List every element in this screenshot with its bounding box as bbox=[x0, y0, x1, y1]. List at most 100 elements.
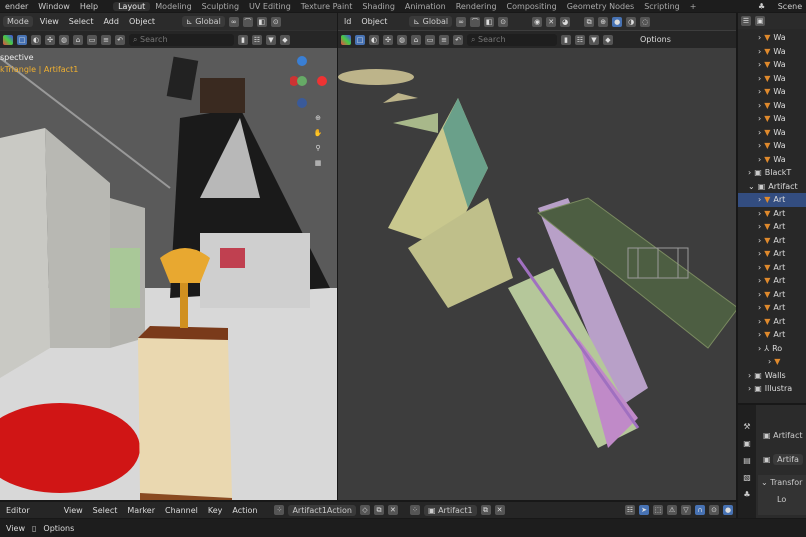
outliner-row[interactable]: › ▼ Art bbox=[738, 261, 806, 275]
chevron-right-icon[interactable]: › bbox=[758, 101, 761, 110]
chevron-right-icon[interactable]: › bbox=[758, 33, 761, 42]
overlay-icon[interactable]: ● bbox=[723, 505, 733, 515]
outliner-row[interactable]: › ▼ Wa bbox=[738, 31, 806, 45]
options-dropdown[interactable]: Options bbox=[637, 34, 674, 45]
outliner-row[interactable]: › ▼ Art bbox=[738, 234, 806, 248]
hand-pan-icon[interactable]: ✋ bbox=[313, 128, 323, 138]
world-icon[interactable]: ◍ bbox=[59, 34, 69, 45]
chevron-right-icon[interactable]: › bbox=[758, 276, 761, 285]
rendered-shading-icon[interactable]: ◌ bbox=[640, 16, 651, 27]
bookmark-icon[interactable]: ▮ bbox=[561, 34, 571, 45]
proportional-edit-icon[interactable]: ⊙ bbox=[270, 16, 281, 27]
color-icon[interactable] bbox=[341, 34, 351, 45]
outliner-row[interactable]: › ▼ Art bbox=[738, 328, 806, 342]
move-icon[interactable]: ✣ bbox=[45, 34, 55, 45]
unlink-icon[interactable]: ✕ bbox=[387, 505, 398, 515]
search-input[interactable]: ⌕ Search bbox=[467, 33, 557, 46]
annotate-icon[interactable]: ≡ bbox=[439, 34, 449, 45]
outliner-row[interactable]: › ▼ Wa bbox=[738, 112, 806, 126]
only-selected-icon[interactable]: ➤ bbox=[639, 505, 649, 515]
menu-object[interactable]: Object bbox=[126, 16, 158, 27]
outliner-row[interactable]: › ▼ Art bbox=[738, 315, 806, 329]
chevron-right-icon[interactable]: › bbox=[758, 303, 761, 312]
outliner-row[interactable]: › ▼ Wa bbox=[738, 153, 806, 167]
outliner-row[interactable]: › ▼ Art bbox=[738, 247, 806, 261]
overlay-icon[interactable]: ◕ bbox=[560, 16, 571, 27]
chevron-right-icon[interactable]: › bbox=[758, 236, 761, 245]
annotate-icon[interactable]: ≡ bbox=[101, 34, 111, 45]
outliner-row[interactable]: › ▼ Art bbox=[738, 207, 806, 221]
chevron-right-icon[interactable]: › bbox=[758, 74, 761, 83]
gizmo-icon[interactable]: ✕ bbox=[546, 16, 557, 27]
snap-icon[interactable]: ⌒ bbox=[470, 16, 481, 27]
tab-compositing[interactable]: Compositing bbox=[502, 2, 562, 11]
select-box-icon[interactable]: □ bbox=[17, 34, 27, 45]
tab-rendering[interactable]: Rendering bbox=[451, 2, 502, 11]
menu-marker[interactable]: Marker bbox=[124, 505, 158, 516]
outliner-row[interactable]: › ⅄ Ro bbox=[738, 342, 806, 356]
camera-icon[interactable]: ⚲ bbox=[313, 143, 323, 153]
filter-icon[interactable]: ▼ bbox=[266, 34, 276, 45]
menu-add[interactable]: Add bbox=[100, 16, 122, 27]
data-name-field[interactable]: Artifa bbox=[773, 454, 803, 465]
duplicate-icon[interactable]: ⧉ bbox=[373, 505, 384, 515]
filter-icon[interactable]: ▼ bbox=[589, 34, 599, 45]
chevron-right-icon[interactable]: › bbox=[758, 344, 761, 353]
tab-scripting[interactable]: Scripting bbox=[639, 2, 685, 11]
undo-icon[interactable]: ↶ bbox=[453, 34, 463, 45]
chevron-right-icon[interactable]: › bbox=[758, 114, 761, 123]
tab-modeling[interactable]: Modeling bbox=[150, 2, 196, 11]
output-icon[interactable]: ▤ bbox=[743, 456, 751, 465]
editor-type-dropdown[interactable]: Editor bbox=[3, 505, 33, 516]
chevron-right-icon[interactable]: › bbox=[758, 128, 761, 137]
action-browse-icon[interactable]: ⁘ bbox=[274, 505, 285, 515]
display-mode-icon[interactable]: ☰ bbox=[741, 16, 751, 26]
chevron-right-icon[interactable]: › bbox=[758, 141, 761, 150]
shield-icon[interactable]: ◆ bbox=[603, 34, 613, 45]
menu-select[interactable]: Select bbox=[66, 16, 97, 27]
pivot-icon[interactable]: ∞ bbox=[228, 16, 239, 27]
summary-icon[interactable]: ☷ bbox=[625, 505, 635, 515]
material-shading-icon[interactable]: ◑ bbox=[626, 16, 637, 27]
undo-icon[interactable]: ↶ bbox=[115, 34, 125, 45]
xray-icon[interactable]: ⧉ bbox=[584, 16, 595, 27]
snap-icon[interactable]: ⌒ bbox=[242, 16, 253, 27]
left-viewport-canvas[interactable]: spective kTriangle | Artifact1 ⊕ ✋ ⚲ ▦ bbox=[0, 48, 337, 500]
display-mode-icon[interactable]: ☷ bbox=[252, 34, 262, 45]
object-slot-field[interactable]: ▣ Artifact1 bbox=[423, 504, 477, 516]
snap-target-icon[interactable]: ◧ bbox=[484, 16, 495, 27]
menu-object[interactable]: Object bbox=[358, 16, 390, 27]
snap-target-icon[interactable]: ◧ bbox=[256, 16, 267, 27]
outliner-row[interactable]: › ▼ Art bbox=[738, 193, 806, 207]
menu-channel[interactable]: Channel bbox=[162, 505, 201, 516]
search-input[interactable]: ⌕ Search bbox=[129, 33, 234, 46]
grid-icon[interactable]: ▦ bbox=[313, 158, 323, 168]
wireframe-shading-icon[interactable]: ⊕ bbox=[598, 16, 609, 27]
menu-render[interactable]: ender bbox=[0, 2, 33, 11]
duplicate-icon[interactable]: ⧉ bbox=[480, 505, 491, 515]
chevron-right-icon[interactable]: › bbox=[758, 60, 761, 69]
chevron-right-icon[interactable]: › bbox=[758, 290, 761, 299]
tab-animation[interactable]: Animation bbox=[400, 2, 451, 11]
pivot-icon[interactable]: ∞ bbox=[456, 16, 467, 27]
chevron-right-icon[interactable]: › bbox=[768, 357, 771, 366]
show-hidden-icon[interactable]: ⬚ bbox=[653, 505, 663, 515]
visibility-icon[interactable]: ◉ bbox=[532, 16, 543, 27]
errors-icon[interactable]: ⚠ bbox=[667, 505, 677, 515]
brush-icon[interactable]: ⌂ bbox=[411, 34, 421, 45]
tab-uv-editing[interactable]: UV Editing bbox=[244, 2, 296, 11]
filter-icon[interactable]: ▣ bbox=[755, 16, 765, 26]
navigation-gizmo[interactable] bbox=[289, 53, 330, 108]
menu-select[interactable]: Select bbox=[90, 505, 121, 516]
chevron-right-icon[interactable]: › bbox=[758, 222, 761, 231]
measure-icon[interactable]: ▭ bbox=[87, 34, 97, 45]
outliner-row[interactable]: ⌄ ▣ Artifact bbox=[738, 180, 806, 194]
solid-shading-icon[interactable]: ● bbox=[612, 16, 623, 27]
menu-window[interactable]: Window bbox=[33, 2, 75, 11]
transform-header[interactable]: ⌄ Transfor bbox=[761, 478, 803, 487]
chevron-right-icon[interactable]: › bbox=[758, 47, 761, 56]
chevron-right-icon[interactable]: › bbox=[748, 371, 751, 380]
chevron-right-icon[interactable]: › bbox=[758, 330, 761, 339]
object-name[interactable]: Artifact bbox=[773, 431, 802, 440]
menu-view[interactable]: View bbox=[61, 505, 86, 516]
